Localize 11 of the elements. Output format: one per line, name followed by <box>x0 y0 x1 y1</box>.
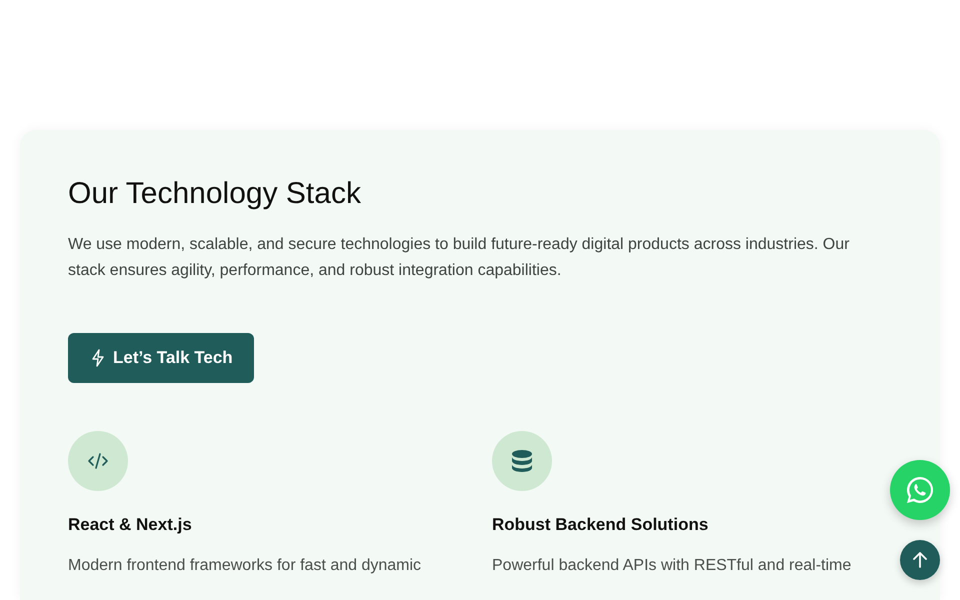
database-icon <box>511 449 533 473</box>
talk-tech-button[interactable]: Let’s Talk Tech <box>68 333 254 383</box>
lightning-icon <box>91 349 105 367</box>
feature-title: Robust Backend Solutions <box>492 514 710 536</box>
section-title: Our Technology Stack <box>68 176 362 212</box>
section-description: We use modern, scalable, and secure technologies to build future-ready digital products across industries. Our stack ensures agility, performance, and robust integration capabilities. <box>68 235 850 281</box>
chat-bubble-icon <box>904 474 936 506</box>
feature-title: React & Next.js <box>68 514 193 536</box>
arrow-up-icon <box>913 552 927 568</box>
feature-description: Powerful backend APIs with RESTful and real-time <box>492 556 852 576</box>
feature-description: Modern frontend frameworks for fast and dynamic <box>68 556 422 576</box>
